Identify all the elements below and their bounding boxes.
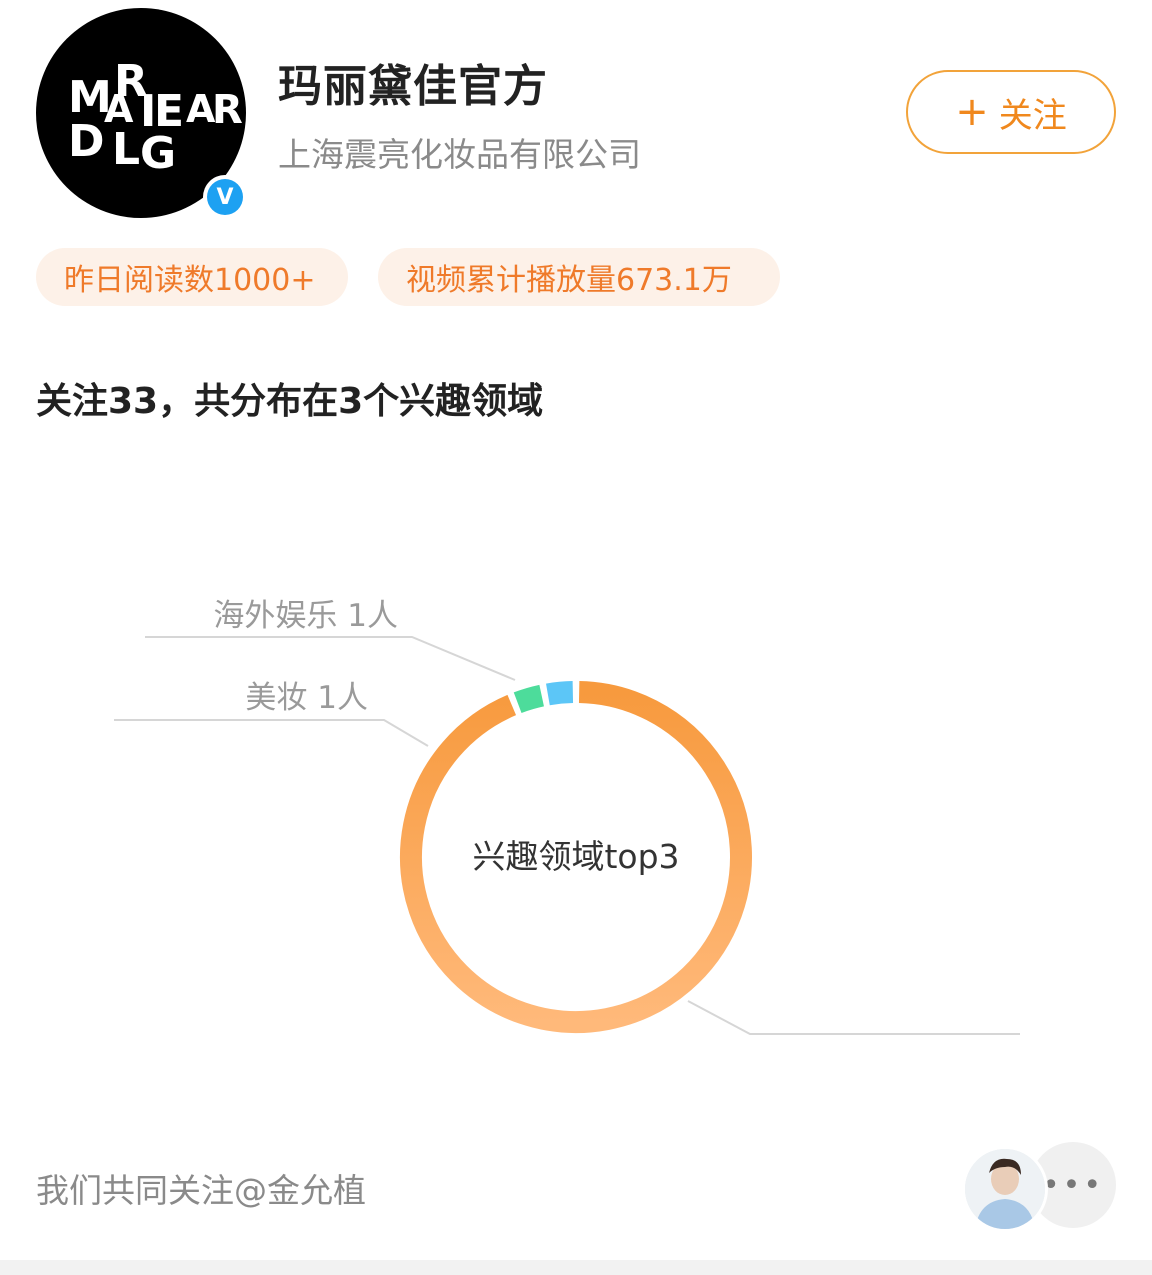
plus-icon: +	[955, 89, 989, 135]
verified-mark: V	[207, 179, 243, 215]
leader-line-overseas	[145, 636, 516, 681]
logo-letter: R	[212, 87, 243, 133]
logo-letter: L	[112, 124, 141, 175]
leader-line-beauty	[114, 719, 429, 747]
logo-letter: A	[186, 87, 216, 131]
verified-badge-icon: V	[203, 175, 247, 219]
slice-label-beauty: 美妆 1人	[245, 680, 368, 716]
profile-name: 玛丽黛佳官方	[278, 61, 548, 112]
interest-donut-chart: 海外娱乐 1人 美妆 1人 兴趣领域top3	[114, 598, 1020, 1035]
donut-center-label: 兴趣领域top3	[472, 837, 679, 876]
logo-letter: D	[68, 116, 105, 167]
donut-slice-overseas	[546, 681, 574, 706]
mutual-follow-avatar[interactable]	[962, 1146, 1048, 1232]
follow-summary: 关注33，共分布在3个兴趣领域	[36, 381, 544, 422]
donut-slice-beauty	[513, 684, 545, 714]
follow-button-label: 关注	[998, 95, 1067, 136]
logo-letter: A	[104, 87, 134, 131]
slice-label-overseas: 海外娱乐 1人	[213, 598, 398, 634]
logo-letter: G	[140, 128, 177, 179]
profile-company: 上海震亮化妆品有限公司	[278, 135, 641, 174]
stat-video-plays: 视频累计播放量673.1万	[378, 248, 780, 306]
bottom-divider	[0, 1260, 1152, 1275]
follow-button[interactable]: + 关注	[906, 70, 1116, 154]
stat-reads: 昨日阅读数1000+	[36, 248, 348, 306]
mutual-follow-text[interactable]: 我们共同关注@金允植	[36, 1164, 366, 1212]
leader-line-main	[687, 1000, 1020, 1035]
person-avatar-icon	[965, 1149, 1045, 1229]
